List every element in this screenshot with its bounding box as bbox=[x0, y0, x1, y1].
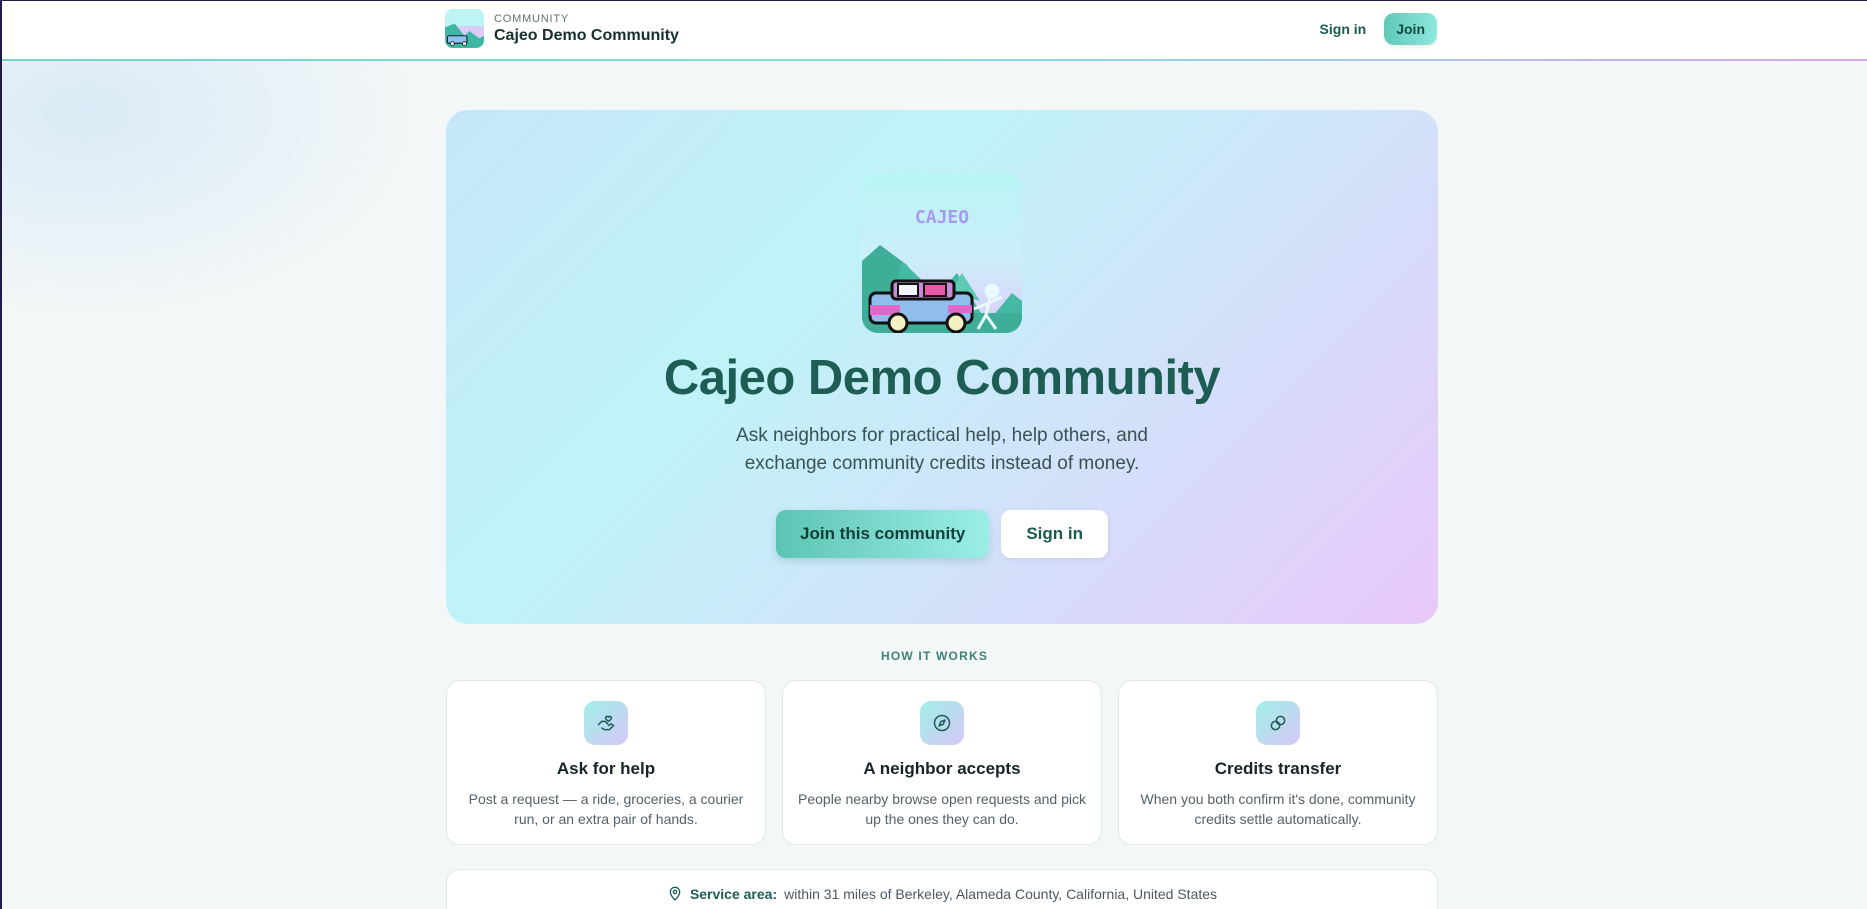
hero-subtitle-line-1: Ask neighbors for practical help, help o… bbox=[736, 425, 1148, 446]
join-community-button[interactable]: Join this community bbox=[776, 510, 990, 558]
step-card-description: When you both confirm it's done, communi… bbox=[1140, 791, 1416, 827]
top-nav-bar: COMMUNITY Cajeo Demo Community Sign in J… bbox=[2, 0, 1867, 61]
brand-title: Cajeo Demo Community bbox=[494, 26, 679, 44]
service-area-label: Service area: bbox=[689, 886, 778, 902]
hero-title: Cajeo Demo Community bbox=[663, 351, 1221, 405]
pixel-art-logo-image: CAJEO bbox=[862, 173, 1022, 333]
step-card-description: People nearby browse open requests and p… bbox=[798, 791, 1086, 827]
header-actions: Sign in Join bbox=[1320, 13, 1437, 45]
community-logo bbox=[445, 9, 484, 48]
hand-heart-icon bbox=[584, 701, 628, 745]
brand[interactable]: COMMUNITY Cajeo Demo Community bbox=[445, 9, 679, 48]
brand-kicker: COMMUNITY bbox=[494, 12, 570, 25]
service-area-value: within 31 miles of Berkeley, Alameda Cou… bbox=[784, 886, 1218, 902]
how-it-works-heading: HOW IT WORKS bbox=[880, 649, 989, 663]
how-it-works-cards: Ask for help Post a request — a ride, gr… bbox=[446, 680, 1438, 845]
service-area-panel: Service area: within 31 miles of Berkele… bbox=[446, 869, 1438, 909]
step-card-description: Post a request — a ride, groceries, a co… bbox=[468, 791, 744, 827]
header-sign-in-button[interactable]: Sign in bbox=[1320, 21, 1367, 37]
step-card-credits-transfer: Credits transfer When you both confirm i… bbox=[1118, 680, 1438, 845]
hero-panel: CAJEO Cajeo Demo Community Ask neighbors… bbox=[446, 110, 1438, 624]
step-card-title: Ask for help bbox=[556, 759, 656, 778]
community-logo-art bbox=[445, 9, 484, 48]
step-card-neighbor-accepts: A neighbor accepts People nearby browse … bbox=[782, 680, 1102, 845]
step-card-ask-for-help: Ask for help Post a request — a ride, gr… bbox=[446, 680, 766, 845]
step-card-title: A neighbor accepts bbox=[863, 759, 1021, 778]
hero-subtitle: Ask neighbors for practical help, help o… bbox=[446, 422, 1438, 478]
hero-sign-in-button[interactable]: Sign in bbox=[1001, 510, 1108, 558]
step-card-title: Credits transfer bbox=[1214, 759, 1342, 778]
compass-icon bbox=[920, 701, 964, 745]
map-pin-icon bbox=[669, 886, 681, 901]
hero-community-logo: CAJEO bbox=[862, 173, 1022, 333]
header-join-button[interactable]: Join bbox=[1384, 13, 1437, 45]
hero-actions: Join this community Sign in bbox=[446, 510, 1438, 558]
link-icon bbox=[1256, 701, 1300, 745]
hero-subtitle-line-2: exchange community credits instead of mo… bbox=[744, 453, 1140, 474]
logo-wordmark: CAJEO bbox=[915, 207, 969, 228]
